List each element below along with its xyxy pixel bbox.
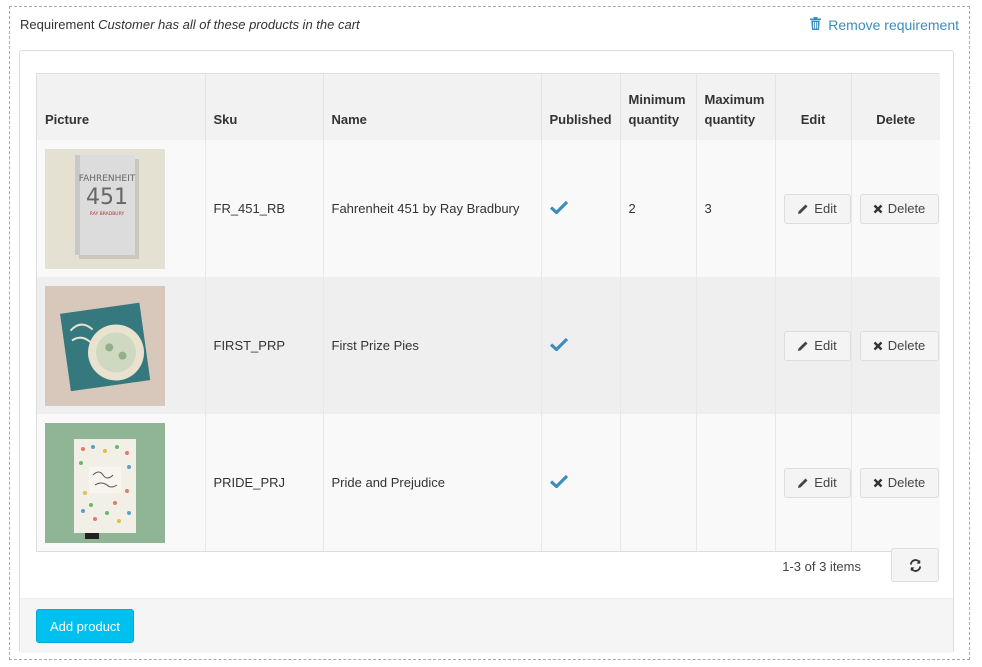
svg-text:RAY BRADBURY: RAY BRADBURY (90, 211, 125, 217)
edit-button[interactable]: Edit (783, 330, 851, 361)
published-cell (541, 414, 621, 551)
close-icon (873, 341, 883, 350)
refresh-button[interactable] (891, 548, 939, 582)
checkmark-icon (549, 474, 568, 489)
requirement-header: Requirement Customer has all of these pr… (20, 17, 959, 37)
products-panel: Picture Sku Name Published Minimum quant… (19, 50, 954, 653)
pager-info: 1-3 of 3 items (782, 559, 861, 574)
min-quantity-cell (620, 414, 697, 551)
table-row: PRIDE_PRJ Pride and Prejudice Edit Delet… (37, 414, 940, 551)
close-icon (873, 478, 883, 487)
requirement-prefix: Requirement (20, 17, 95, 32)
picture-cell (37, 277, 206, 414)
max-quantity-cell (696, 277, 776, 414)
checkmark-icon (549, 337, 568, 352)
svg-text:FAHRENHEIT: FAHRENHEIT (79, 174, 136, 184)
published-cell (541, 140, 621, 277)
delete-cell: Delete (851, 140, 940, 277)
remove-requirement-label: Remove requirement (828, 17, 959, 33)
column-header-edit: Edit (775, 74, 852, 140)
column-header-published[interactable]: Published (541, 74, 621, 140)
pencil-icon (798, 204, 808, 214)
delete-button[interactable]: Delete (859, 467, 939, 498)
table-row: FIRST_PRP First Prize Pies Edit Delete (37, 277, 940, 414)
requirement-container: Requirement Customer has all of these pr… (9, 6, 970, 660)
edit-label: Edit (814, 475, 837, 490)
edit-button[interactable]: Edit (783, 193, 851, 224)
edit-cell: Edit (775, 277, 852, 414)
max-quantity-label-line2: quantity (704, 112, 756, 127)
column-header-name[interactable]: Name (323, 74, 542, 140)
edit-cell: Edit (775, 414, 852, 551)
requirement-condition: Customer has all of these products in th… (98, 17, 360, 32)
add-product-button[interactable]: Add product (36, 609, 134, 643)
edit-label: Edit (814, 201, 837, 216)
max-quantity-cell: 3 (696, 140, 776, 277)
remove-requirement-link[interactable]: Remove requirement (810, 17, 959, 33)
sku-cell: FR_451_RB (205, 140, 324, 277)
picture-cell (37, 414, 206, 551)
delete-cell: Delete (851, 277, 940, 414)
pencil-icon (798, 341, 808, 351)
max-quantity-cell (696, 414, 776, 551)
column-header-sku[interactable]: Sku (205, 74, 324, 140)
name-cell: First Prize Pies (323, 277, 542, 414)
product-thumbnail (45, 285, 165, 406)
delete-cell: Delete (851, 414, 940, 551)
delete-label: Delete (887, 201, 926, 216)
delete-label: Delete (887, 338, 926, 353)
product-thumbnail: FAHRENHEIT 451 RAY BRADBURY (45, 148, 165, 269)
column-header-min-quantity[interactable]: Minimum quantity (620, 74, 697, 140)
svg-text:451: 451 (86, 185, 128, 210)
edit-button[interactable]: Edit (783, 467, 851, 498)
grid-pager: 1-3 of 3 items (36, 548, 939, 584)
published-cell (541, 277, 621, 414)
min-quantity-label-line2: quantity (628, 112, 680, 127)
products-grid: Picture Sku Name Published Minimum quant… (36, 73, 940, 552)
edit-cell: Edit (775, 140, 852, 277)
min-quantity-label-line1: Minimum (628, 92, 686, 107)
grid-header-row: Picture Sku Name Published Minimum quant… (37, 74, 940, 140)
checkmark-icon (549, 200, 568, 215)
delete-button[interactable]: Delete (859, 330, 939, 361)
name-cell: Pride and Prejudice (323, 414, 542, 551)
requirement-title: Requirement Customer has all of these pr… (20, 17, 360, 32)
table-row: FAHRENHEIT 451 RAY BRADBURY FR_451_RB Fa… (37, 140, 940, 277)
column-header-delete: Delete (851, 74, 940, 140)
pencil-icon (798, 478, 808, 488)
sku-cell: PRIDE_PRJ (205, 414, 324, 551)
min-quantity-cell (620, 277, 697, 414)
edit-label: Edit (814, 338, 837, 353)
picture-cell: FAHRENHEIT 451 RAY BRADBURY (37, 140, 206, 277)
refresh-icon (909, 558, 921, 572)
close-icon (873, 204, 883, 213)
name-cell: Fahrenheit 451 by Ray Bradbury (323, 140, 542, 277)
trash-icon (810, 17, 822, 33)
max-quantity-label-line1: Maximum (704, 92, 765, 107)
panel-footer: Add product (20, 598, 953, 653)
min-quantity-cell: 2 (620, 140, 697, 277)
column-header-picture[interactable]: Picture (37, 74, 206, 140)
sku-cell: FIRST_PRP (205, 277, 324, 414)
delete-button[interactable]: Delete (859, 193, 939, 224)
product-thumbnail (45, 422, 165, 543)
column-header-max-quantity[interactable]: Maximum quantity (696, 74, 776, 140)
delete-label: Delete (887, 475, 926, 490)
